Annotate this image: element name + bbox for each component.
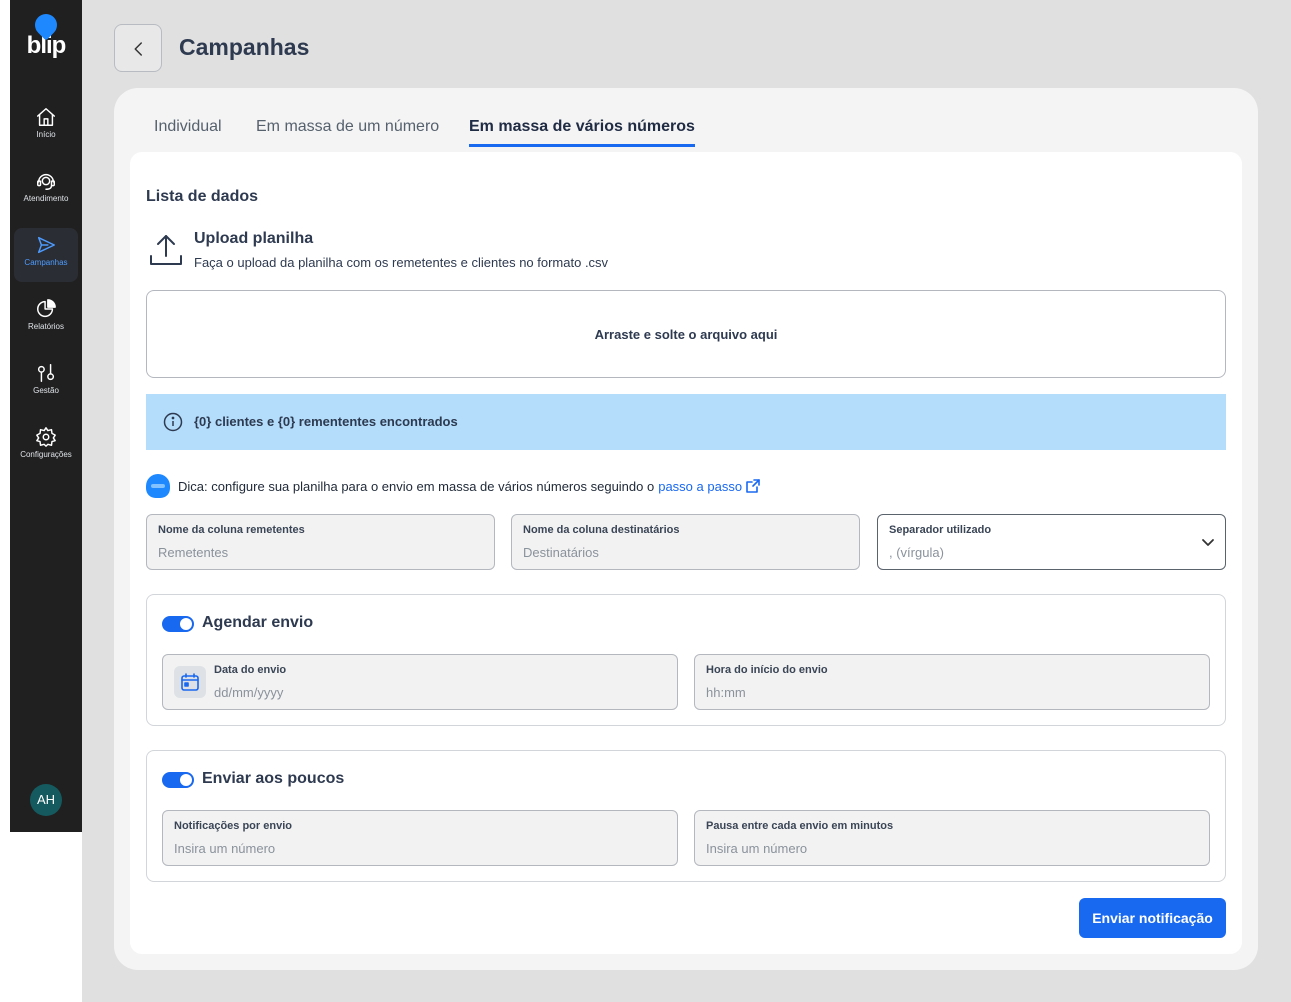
field-label: Hora do início do envio xyxy=(706,664,828,676)
sidebar-item-label: Campanhas xyxy=(24,258,68,267)
sidebar-item-campanhas[interactable]: Campanhas xyxy=(14,228,78,282)
blip-logo[interactable]: blip xyxy=(10,9,82,60)
send-notification-button[interactable]: Enviar notificação xyxy=(1079,898,1226,938)
headset-icon xyxy=(37,173,55,190)
campaign-card: Individual Em massa de um número Em mass… xyxy=(114,88,1258,970)
send-date-field[interactable]: Data do envio dd/mm/yyyy xyxy=(162,654,678,710)
tab-individual[interactable]: Individual xyxy=(154,118,222,144)
user-avatar[interactable]: AH xyxy=(30,784,62,816)
assistant-avatar-icon xyxy=(146,474,170,498)
chevron-left-icon xyxy=(134,42,142,56)
field-label: Separador utilizado xyxy=(889,524,992,536)
file-dropzone[interactable]: Arraste e solte o arquivo aqui xyxy=(146,290,1226,378)
field-placeholder: Insira um número xyxy=(174,841,276,856)
sidebar-item-atendimento[interactable]: Atendimento xyxy=(14,164,78,218)
schedule-section: Agendar envio Data do envio dd/mm/yyyy H… xyxy=(146,594,1226,726)
field-label: Notificações por envio xyxy=(174,820,292,832)
tab-em-massa-um-numero[interactable]: Em massa de um número xyxy=(256,118,439,144)
info-icon xyxy=(163,412,183,432)
field-placeholder: Destinatários xyxy=(523,545,599,560)
sidebar-item-label: Início xyxy=(36,130,56,139)
section-title: Lista de dados xyxy=(146,188,259,205)
field-label: Nome da coluna remetentes xyxy=(158,524,305,536)
field-value: , (vírgula) xyxy=(889,545,944,560)
field-placeholder: Remetentes xyxy=(158,545,229,560)
sidebar-item-configuracoes[interactable]: Configurações xyxy=(14,420,78,474)
throttle-title: Enviar aos poucos xyxy=(202,770,345,787)
calendar-icon xyxy=(181,673,199,691)
main-area: Campanhas Individual Em massa de um núme… xyxy=(82,0,1291,1002)
senders-column-field[interactable]: Nome da coluna remetentes Remetentes xyxy=(146,514,495,570)
calendar-icon-wrapper[interactable] xyxy=(174,666,206,698)
home-icon xyxy=(37,108,55,126)
gear-icon xyxy=(36,427,56,447)
form-panel: Lista de dados Upload planilha Faça o up… xyxy=(130,152,1242,954)
dropzone-text: Arraste e solte o arquivo aqui xyxy=(594,327,778,342)
schedule-toggle[interactable] xyxy=(162,616,194,632)
tip-text-wrapper: Dica: configure sua planilha para o envi… xyxy=(178,479,760,494)
field-placeholder: Insira um número xyxy=(706,841,808,856)
info-banner: {0} clientes e {0} remententes encontrad… xyxy=(146,394,1226,450)
field-placeholder: hh:mm xyxy=(706,685,746,700)
sidebar-item-label: Gestão xyxy=(33,386,59,395)
field-label: Pausa entre cada envio em minutos xyxy=(706,820,894,832)
sidebar-item-label: Atendimento xyxy=(23,194,69,203)
send-icon xyxy=(37,236,55,254)
back-button[interactable] xyxy=(114,24,162,72)
pie-chart-icon xyxy=(37,299,56,318)
upload-icon xyxy=(150,235,182,265)
throttle-toggle[interactable] xyxy=(162,772,194,788)
sliders-icon xyxy=(37,364,55,382)
send-time-field[interactable]: Hora do início do envio hh:mm xyxy=(694,654,1210,710)
notifications-per-send-field[interactable]: Notificações por envio Insira um número xyxy=(162,810,678,866)
separator-select[interactable]: Separador utilizado , (vírgula) xyxy=(877,514,1226,570)
chevron-down-icon xyxy=(1202,539,1214,546)
recipients-column-field[interactable]: Nome da coluna destinatários Destinatári… xyxy=(511,514,860,570)
upload-description: Faça o upload da planilha com os remeten… xyxy=(194,255,609,270)
sidebar-item-label: Configurações xyxy=(20,450,72,459)
pause-minutes-field[interactable]: Pausa entre cada envio em minutos Insira… xyxy=(694,810,1210,866)
field-label: Nome da coluna destinatários xyxy=(523,524,680,536)
tip-text: Dica: configure sua planilha para o envi… xyxy=(178,479,655,494)
throttle-section: Enviar aos poucos Notificações por envio… xyxy=(146,750,1226,882)
upload-title: Upload planilha xyxy=(194,230,314,247)
sidebar-item-relatorios[interactable]: Relatórios xyxy=(14,292,78,346)
page-title: Campanhas xyxy=(179,34,310,60)
schedule-title: Agendar envio xyxy=(202,614,314,631)
external-link-icon xyxy=(746,479,760,493)
sidebar-item-gestao[interactable]: Gestão xyxy=(14,356,78,410)
sidebar-item-label: Relatórios xyxy=(27,322,64,331)
field-label: Data do envio xyxy=(214,664,287,676)
info-text: {0} clientes e {0} remententes encontrad… xyxy=(194,414,458,429)
sidebar-item-inicio[interactable]: Início xyxy=(14,100,78,154)
field-placeholder: dd/mm/yyyy xyxy=(214,685,284,700)
sidebar: blip Início Atendimento Campanhas Relató… xyxy=(10,0,82,832)
step-by-step-link[interactable]: passo a passo xyxy=(658,479,760,494)
step-by-step-link-text: passo a passo xyxy=(658,479,743,494)
tab-em-massa-varios-numeros[interactable]: Em massa de vários números xyxy=(469,118,695,147)
